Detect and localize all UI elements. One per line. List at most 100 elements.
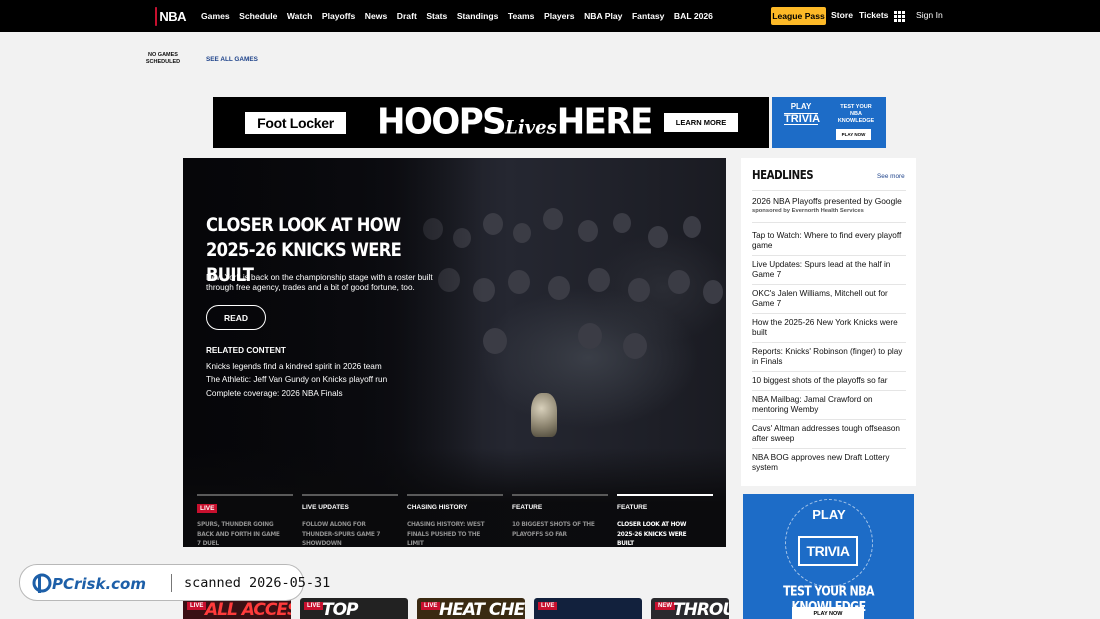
divider <box>752 222 906 223</box>
hero-tab-tag: FEATURE <box>617 504 648 511</box>
hero-tab-tag: FEATURE <box>512 504 543 511</box>
divider <box>752 371 906 372</box>
new-badge: NEW <box>655 602 675 610</box>
pcrisk-logo-text: PCrisk.com <box>52 575 146 593</box>
league-pass-button[interactable]: League Pass <box>771 7 826 25</box>
nav-link-nba-play[interactable]: NBA Play <box>584 11 622 21</box>
headline-item[interactable]: NBA BOG approves new Draft Lottery syste… <box>752 453 908 473</box>
headline-item[interactable]: Tap to Watch: Where to find every playof… <box>752 231 908 251</box>
related-link[interactable]: Complete coverage: 2026 NBA Finals <box>206 389 343 398</box>
ad-learn-more-button[interactable]: LEARN MORE <box>664 113 738 132</box>
ad-headline: HOOPSLivesHERE <box>377 100 653 148</box>
related-link[interactable]: Knicks legends find a kindred spirit in … <box>206 362 382 371</box>
divider <box>752 313 906 314</box>
scanned-date: scanned 2026-05-31 <box>184 575 331 591</box>
hero-tab-title: CLOSER LOOK AT HOW 2025-26 KNICKS WERE B… <box>617 520 687 547</box>
video-card[interactable]: NEW THROUGH <box>651 598 729 619</box>
hero-tab-active[interactable]: FEATURE CLOSER LOOK AT HOW 2025-26 KNICK… <box>617 494 713 547</box>
video-card-title: ALL ACCESS <box>205 600 291 619</box>
nba-logoman-icon <box>155 6 158 26</box>
live-badge: LIVE <box>421 602 441 610</box>
trivia-large-play-button[interactable]: PLAY NOW <box>792 607 864 619</box>
headlines-title: HEADLINES <box>752 168 814 182</box>
nav-link-teams[interactable]: Teams <box>508 11 535 21</box>
nav-link-fantasy[interactable]: Fantasy <box>632 11 664 21</box>
foot-locker-ad[interactable]: Foot Locker HOOPSLivesHERE LEARN MORE <box>213 97 769 148</box>
trivia-small-play: PLAY <box>790 102 812 111</box>
hero-tab[interactable]: CHASING HISTORY CHASING HISTORY: WEST FI… <box>407 494 503 547</box>
see-more-link[interactable]: See more <box>877 173 905 180</box>
sign-in-link[interactable]: Sign In <box>916 10 943 20</box>
video-card-title: TOP <box>322 600 359 619</box>
nav-link-players[interactable]: Players <box>544 11 575 21</box>
hero-tab-title: FOLLOW ALONG FOR THUNDER-SPURS GAME 7 SH… <box>302 520 381 547</box>
hero-tab-title: SPURS, THUNDER GOING BACK AND FORTH IN G… <box>197 520 280 547</box>
nav-link-store[interactable]: Store <box>831 10 853 20</box>
live-badge: LIVE <box>197 504 218 513</box>
video-card[interactable]: LIVE HEAT CHECK <box>417 598 525 619</box>
hero-tab[interactable]: FEATURE 10 BIGGEST SHOTS OF THE PLAYOFFS… <box>512 494 608 544</box>
divider <box>752 255 906 256</box>
headlines-panel: HEADLINES See more 2026 NBA Playoffs pre… <box>741 158 916 486</box>
sponsor-headline[interactable]: 2026 NBA Playoffs presented by Google <box>752 196 910 206</box>
video-card[interactable]: LIVE ALL ACCESS <box>183 598 291 619</box>
pcrisk-watermark: PCrisk.com scanned 2026-05-31 <box>19 564 330 601</box>
sponsor-subtext: sponsored by Evernorth Health Services <box>752 208 864 214</box>
divider <box>752 284 906 285</box>
hero-tab-tag: CHASING HISTORY <box>407 504 468 511</box>
see-all-games-link[interactable]: SEE ALL GAMES <box>206 56 258 63</box>
trivia-small-play-button[interactable]: PLAY NOW <box>836 129 871 140</box>
headline-item[interactable]: Live Updates: Spurs lead at the half in … <box>752 260 908 280</box>
trivia-small-trivia: TRIVIA <box>784 113 821 125</box>
headline-item[interactable]: 10 biggest shots of the playoffs so far <box>752 376 908 386</box>
hero-tab-title: 10 BIGGEST SHOTS OF THE PLAYOFFS SO FAR <box>512 520 595 538</box>
ad-headline-hoops: HOOPS <box>377 100 507 143</box>
trivia-large-trivia: TRIVIA <box>798 536 858 566</box>
headline-item[interactable]: Cavs' Altman addresses tough offseason a… <box>752 424 908 444</box>
nba-logo-text: NBA <box>159 8 186 24</box>
video-card-title: THROUGH <box>673 600 729 619</box>
read-button[interactable]: READ <box>206 305 266 330</box>
trivia-ad-large[interactable]: PLAY TRIVIA TEST YOUR NBA KNOWLEDGE PLAY… <box>743 494 914 619</box>
trivia-small-text: TEST YOUR NBA KNOWLEDGE <box>837 104 875 124</box>
nav-link-tickets[interactable]: Tickets <box>859 10 888 20</box>
nav-link-schedule[interactable]: Schedule <box>239 11 277 21</box>
divider <box>752 190 906 191</box>
pcrisk-logo: PCrisk.com <box>32 573 146 593</box>
headline-item[interactable]: NBA Mailbag: Jamal Crawford on mentoring… <box>752 395 908 415</box>
hero-carousel-tabs: LIVE SPURS, THUNDER GOING BACK AND FORTH… <box>197 494 713 547</box>
trivia-large-play: PLAY <box>812 507 846 522</box>
nav-link-games[interactable]: Games <box>201 11 230 21</box>
related-content-label: RELATED CONTENT <box>206 346 286 355</box>
nba-logo[interactable]: NBA <box>155 6 186 26</box>
watermark-divider <box>171 574 172 592</box>
live-badge: LIVE <box>187 602 207 610</box>
hero-tab[interactable]: LIVE SPURS, THUNDER GOING BACK AND FORTH… <box>197 494 293 547</box>
video-card[interactable]: LIVE TOP <box>300 598 408 619</box>
video-card-title: HEAT CHECK <box>439 600 525 619</box>
hero-tab[interactable]: LIVE UPDATES FOLLOW ALONG FOR THUNDER-SP… <box>302 494 398 547</box>
nav-link-stats[interactable]: Stats <box>426 11 447 21</box>
nav-link-draft[interactable]: Draft <box>397 11 417 21</box>
nav-link-bal[interactable]: BAL 2026 <box>674 11 713 21</box>
ad-headline-lives: Lives <box>505 116 557 139</box>
headline-item[interactable]: OKC's Jalen Williams, Mitchell out for G… <box>752 289 908 309</box>
hero-tab-title: CHASING HISTORY: WEST FINALS PUSHED TO T… <box>407 520 485 547</box>
video-card[interactable]: LIVE <box>534 598 642 619</box>
nav-link-news[interactable]: News <box>365 11 387 21</box>
trivia-small-logo: PLAY TRIVIA <box>784 102 821 125</box>
trophy-image <box>531 393 557 437</box>
headline-item[interactable]: How the 2025-26 New York Knicks were bui… <box>752 318 908 338</box>
headline-item[interactable]: Reports: Knicks' Robinson (finger) to pl… <box>752 347 908 367</box>
divider <box>752 342 906 343</box>
nav-link-watch[interactable]: Watch <box>287 11 312 21</box>
live-badge: LIVE <box>538 602 558 610</box>
live-badge: LIVE <box>304 602 324 610</box>
trivia-ad-small[interactable]: PLAY TRIVIA TEST YOUR NBA KNOWLEDGE PLAY… <box>772 97 886 148</box>
apps-grid-icon[interactable] <box>894 11 905 22</box>
nav-link-playoffs[interactable]: Playoffs <box>322 11 355 21</box>
hero-story: CLOSER LOOK AT HOW 2025-26 KNICKS WERE B… <box>183 158 726 547</box>
nav-link-standings[interactable]: Standings <box>457 11 499 21</box>
divider <box>752 448 906 449</box>
related-link[interactable]: The Athletic: Jeff Van Gundy on Knicks p… <box>206 375 387 384</box>
